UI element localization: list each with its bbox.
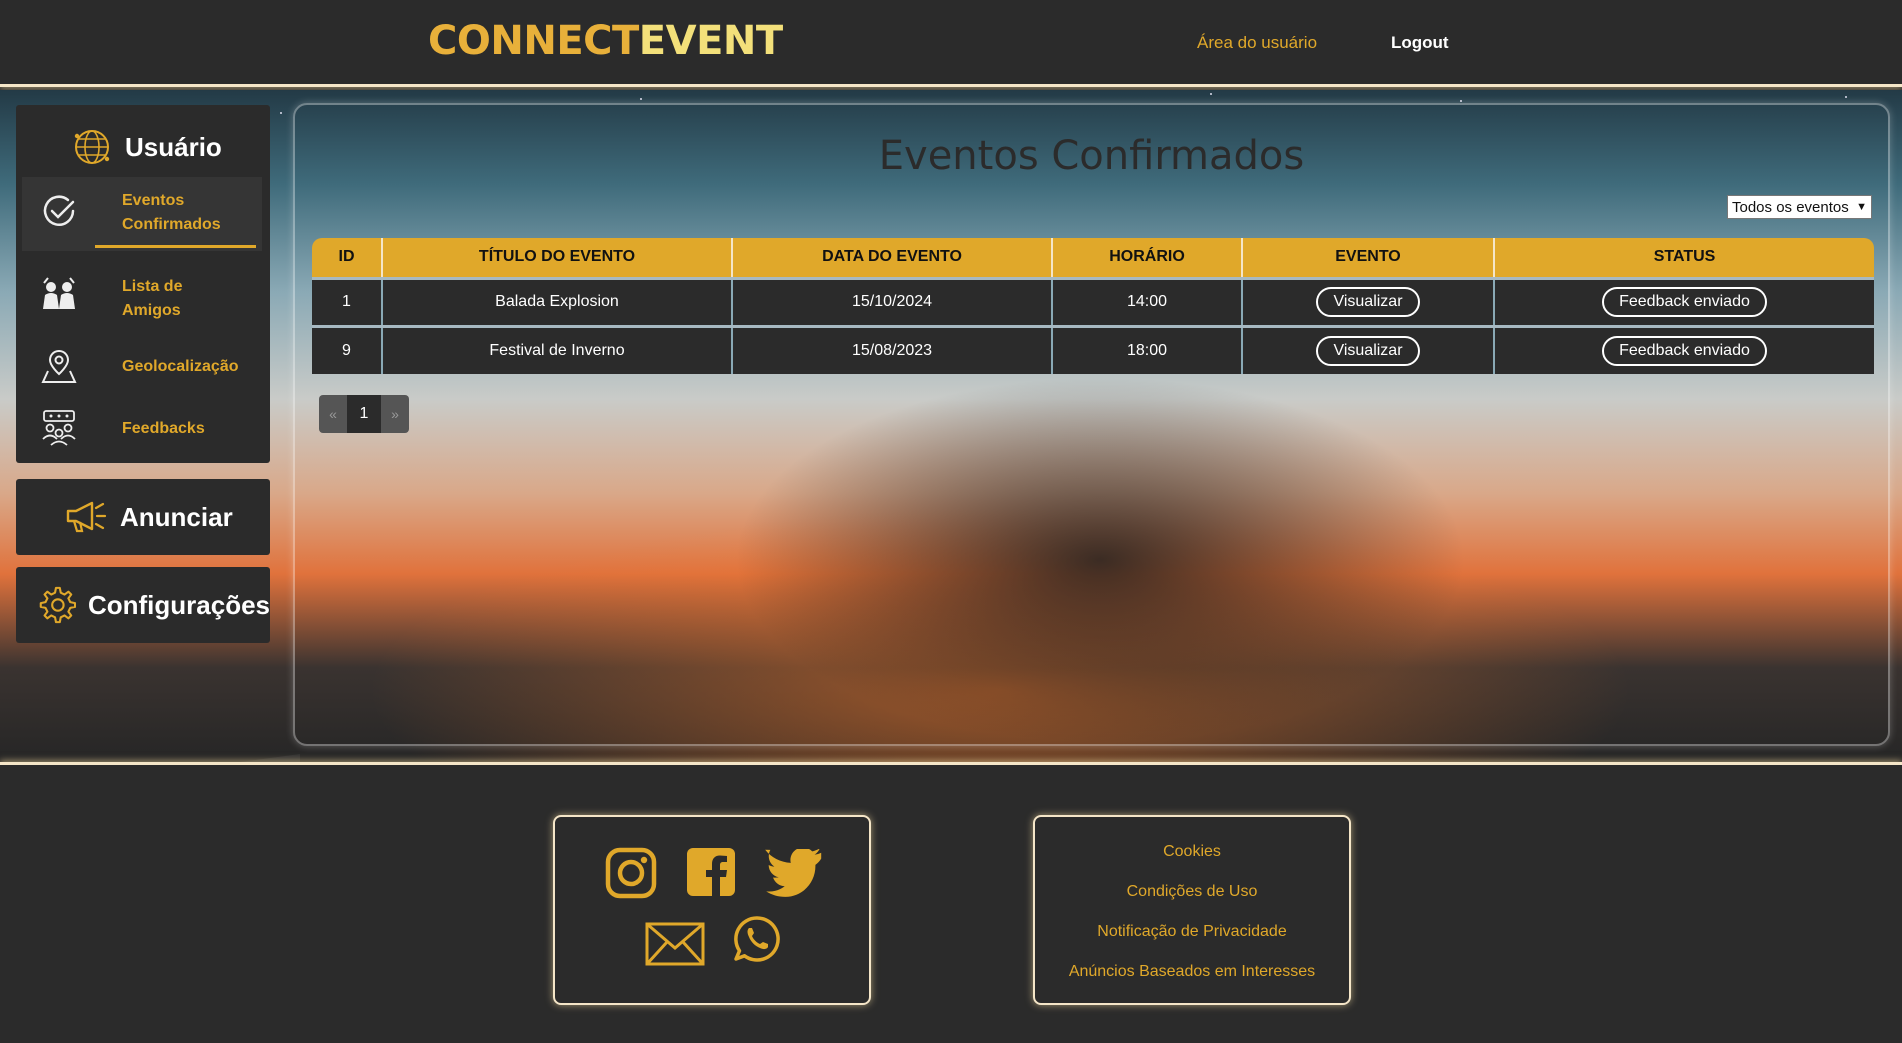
table-header-row: ID Título do Evento Data do Evento Horár… bbox=[312, 238, 1874, 278]
footer: Cookies Condições de Uso Notificação de … bbox=[0, 762, 1902, 1043]
gear-icon bbox=[39, 586, 76, 624]
map-pin-icon bbox=[41, 349, 77, 383]
user-menu-card: Usuário Eventos Confirmados Lista de Ami… bbox=[16, 105, 270, 463]
column-header-id: ID bbox=[312, 238, 382, 278]
logout-link[interactable]: Logout bbox=[1391, 33, 1449, 53]
cell-id: 1 bbox=[312, 276, 382, 326]
email-icon[interactable] bbox=[645, 922, 705, 966]
column-header-time: Horário bbox=[1051, 238, 1242, 278]
view-event-button[interactable]: Visualizar bbox=[1316, 335, 1420, 366]
check-circle-icon bbox=[43, 195, 75, 226]
table-row: 9 Festival de Inverno 15/08/2023 18:00 V… bbox=[312, 324, 1874, 374]
globe-icon bbox=[74, 130, 110, 164]
announce-label: Anunciar bbox=[120, 501, 233, 532]
footer-link-interest-ads[interactable]: Anúncios Baseados em Interesses bbox=[1035, 963, 1349, 981]
column-header-event: Evento bbox=[1241, 238, 1494, 278]
cell-status: Feedback enviado bbox=[1493, 324, 1874, 374]
cell-title: Balada Explosion bbox=[381, 276, 732, 326]
feedback-status-button[interactable]: Feedback enviado bbox=[1602, 287, 1767, 317]
instagram-icon[interactable] bbox=[605, 847, 657, 899]
whatsapp-icon[interactable] bbox=[733, 915, 781, 963]
sidebar-item-label: Eventos Confirmados bbox=[122, 192, 221, 233]
user-area-link[interactable]: Área do usuário bbox=[1197, 33, 1317, 53]
filter-selected-value: Todos os eventos bbox=[1732, 198, 1849, 216]
sidebar-item-eventos-confirmados[interactable]: Eventos Confirmados bbox=[22, 177, 262, 251]
friends-icon bbox=[43, 277, 75, 309]
feedback-status-button[interactable]: Feedback enviado bbox=[1602, 335, 1767, 366]
sidebar-item-label: Feedbacks bbox=[122, 420, 205, 437]
column-header-title: Título do Evento bbox=[381, 238, 732, 278]
social-links-box bbox=[553, 815, 871, 1005]
twitter-icon[interactable] bbox=[765, 849, 823, 899]
events-filter-select[interactable]: Todos os eventos ▼ bbox=[1727, 195, 1872, 219]
pagination-prev[interactable]: « bbox=[319, 395, 347, 433]
megaphone-icon bbox=[66, 501, 107, 533]
people-feedback-icon bbox=[42, 410, 76, 446]
cell-title: Festival de Inverno bbox=[381, 324, 732, 374]
view-event-button[interactable]: Visualizar bbox=[1316, 287, 1420, 317]
sidebar-item-feedbacks[interactable]: Feedbacks bbox=[22, 405, 262, 455]
footer-link-terms[interactable]: Condições de Uso bbox=[1035, 883, 1349, 901]
settings-button[interactable]: Configurações bbox=[16, 567, 270, 643]
top-navbar: CONNECTEVENT Área do usuário Logout bbox=[0, 0, 1902, 87]
cell-event: Visualizar bbox=[1241, 276, 1494, 326]
cell-id: 9 bbox=[312, 324, 382, 374]
facebook-icon[interactable] bbox=[685, 846, 737, 898]
cell-date: 15/08/2023 bbox=[731, 324, 1052, 374]
table-row: 1 Balada Explosion 15/10/2024 14:00 Visu… bbox=[312, 276, 1874, 326]
pagination: « 1 » bbox=[319, 395, 409, 433]
sidebar-item-label: Lista de Amigos bbox=[122, 278, 183, 319]
sidebar-item-geolocalizacao[interactable]: Geolocalização bbox=[22, 343, 262, 393]
cell-event: Visualizar bbox=[1241, 324, 1494, 374]
column-header-date: Data do Evento bbox=[731, 238, 1052, 278]
logo-part-event: EVENT bbox=[638, 18, 783, 64]
sidebar-item-lista-de-amigos[interactable]: Lista de Amigos bbox=[22, 263, 262, 333]
cell-date: 15/10/2024 bbox=[731, 276, 1052, 326]
logo[interactable]: CONNECTEVENT bbox=[428, 18, 783, 64]
cell-time: 14:00 bbox=[1051, 276, 1242, 326]
pagination-next[interactable]: » bbox=[381, 395, 409, 433]
footer-link-privacy[interactable]: Notificação de Privacidade bbox=[1035, 923, 1349, 941]
events-table: ID Título do Evento Data do Evento Horár… bbox=[312, 238, 1874, 374]
sidebar-item-label: Geolocalização bbox=[122, 358, 239, 375]
logo-part-connect: CONNECT bbox=[428, 18, 639, 64]
settings-label: Configurações bbox=[87, 589, 270, 620]
legal-links-box: Cookies Condições de Uso Notificação de … bbox=[1033, 815, 1351, 1005]
cell-status: Feedback enviado bbox=[1493, 276, 1874, 326]
active-underline bbox=[95, 245, 256, 248]
announce-button[interactable]: Anunciar bbox=[16, 479, 270, 555]
user-menu-title: Usuário bbox=[125, 131, 222, 162]
events-panel: Eventos Confirmados Todos os eventos ▼ I… bbox=[293, 103, 1890, 746]
user-menu-header: Usuário bbox=[71, 125, 222, 169]
pagination-page-current[interactable]: 1 bbox=[347, 395, 381, 433]
chevron-down-icon: ▼ bbox=[1856, 201, 1867, 213]
cell-time: 18:00 bbox=[1051, 324, 1242, 374]
column-header-status: Status bbox=[1493, 238, 1874, 278]
footer-link-cookies[interactable]: Cookies bbox=[1035, 843, 1349, 861]
page-title: Eventos Confirmados bbox=[878, 133, 1305, 179]
